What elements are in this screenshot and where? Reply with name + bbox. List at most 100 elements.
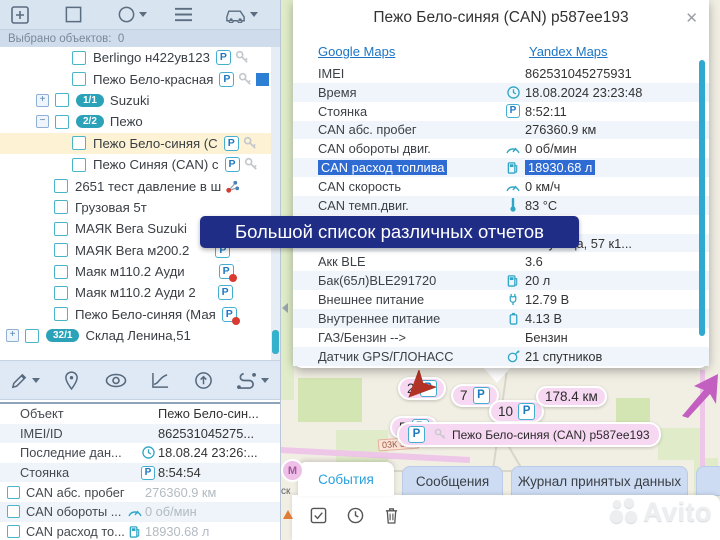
select-circle-icon[interactable] [117, 2, 147, 28]
checkbox[interactable] [54, 307, 68, 321]
key-icon [243, 136, 258, 151]
tree-group-pezho[interactable]: − 2/2 Пежо [0, 111, 271, 132]
checkbox[interactable] [72, 72, 86, 86]
row-value: 8:52:11 [525, 104, 709, 119]
parking-badge-icon: P [225, 157, 240, 172]
checkbox[interactable] [72, 136, 86, 150]
edit-icon[interactable] [10, 367, 40, 393]
tree-item-mayak-m110-audi[interactable]: Маяк м110.2 Ауди P [0, 261, 271, 282]
checkbox[interactable] [55, 115, 69, 129]
tree-scrollbar[interactable] [271, 47, 280, 360]
visibility-eye-icon[interactable] [105, 367, 127, 393]
checkbox[interactable] [54, 286, 68, 300]
checkbox[interactable] [72, 51, 86, 65]
tree-item-pezho-sinyaya[interactable]: Пежо Синяя (CAN) с P [0, 154, 271, 175]
row-value: 862531045275931 [525, 66, 709, 81]
row-value: 276360.9 км [525, 122, 709, 137]
checkbox[interactable] [7, 525, 20, 538]
route-icon[interactable] [235, 367, 269, 393]
checkbox[interactable] [7, 486, 20, 499]
popup-row-speed: CAN скорость 0 км/ч [293, 177, 709, 196]
tab-messages[interactable]: Сообщения [402, 466, 503, 496]
tab-data-log[interactable]: Журнал принятых данных [511, 466, 688, 496]
tree-group-suzuki[interactable]: + 1/1 Suzuki [0, 90, 271, 111]
tab-events[interactable]: События [298, 462, 394, 496]
tab-label: Журнал принятых данных [518, 474, 681, 489]
satellite-icon [501, 350, 525, 363]
list-view-icon[interactable] [173, 2, 194, 28]
tab-label: События [318, 472, 374, 487]
checkbox[interactable] [54, 200, 68, 214]
google-maps-link[interactable]: Google Maps [318, 44, 395, 59]
tree-item-label: 2651 тест давление в ш [75, 179, 221, 194]
clock-icon [501, 86, 525, 99]
checkbox[interactable] [72, 158, 86, 172]
expander-icon[interactable]: + [6, 329, 19, 342]
checkbox[interactable] [54, 179, 68, 193]
metro-marker[interactable]: М [281, 459, 304, 482]
send-command-icon[interactable] [194, 367, 213, 393]
tree-item-pezho-belo-krasnaya[interactable]: Пежо Бело-красная P [0, 68, 271, 89]
track-direction-arrow-icon [674, 372, 720, 418]
tree-item-gruzovaya[interactable]: Грузовая 5т [0, 197, 271, 218]
checkbox[interactable] [54, 243, 68, 257]
row-value: 18.08.2024 23:23:48 [525, 85, 709, 100]
tree-item-label: Грузовая 5т [75, 200, 147, 215]
tree-item-mayak-m110-audi-2[interactable]: Маяк м110.2 Ауди 2 P [0, 282, 271, 303]
row-label: CAN темп.двиг. [293, 198, 501, 213]
detail-row-parking: Стоянка P 8:54:54 [0, 463, 280, 483]
tree-item-2651-test[interactable]: 2651 тест давление в ш [0, 175, 271, 196]
row-value: 4.13 В [525, 311, 709, 326]
yandex-maps-link[interactable]: Yandex Maps [529, 44, 608, 59]
row-label: Акк BLE [293, 254, 501, 269]
trash-icon[interactable] [384, 505, 399, 525]
checkbox[interactable] [54, 222, 68, 236]
annotation-banner-text: Большой список различных отчетов [235, 221, 544, 243]
expander-icon[interactable]: − [36, 115, 49, 128]
select-area-icon[interactable] [64, 2, 83, 28]
detail-row-can-rpm: CAN обороты ... 0 об/мин [0, 502, 280, 522]
thermometer-icon [501, 198, 525, 212]
tree-group-sklad-lenina[interactable]: + 32/1 Склад Ленина,51 [0, 325, 271, 346]
tree-item-berlingo[interactable]: Berlingo н422ув123 P [0, 47, 271, 68]
tracking-app: М ск 2 P 7 P 10 P 178.4 км 5 P P Пежо Бе… [0, 0, 720, 540]
detail-label: Стоянка [0, 465, 138, 480]
vehicle-filter-icon[interactable] [224, 2, 258, 28]
checkbox[interactable] [25, 329, 39, 343]
tree-item-pezho-belo-sinyaya-mayak[interactable]: Пежо Бело-синяя (Мая P [0, 304, 271, 325]
add-object-icon[interactable] [10, 2, 30, 28]
location-pin-icon[interactable] [64, 367, 79, 393]
popup-row-time: Время 18.08.2024 23:23:48 [293, 83, 709, 102]
popup-scrollbar[interactable] [699, 60, 705, 336]
vehicle-tooltip[interactable]: P Пежо Бело-синяя (CAN) р587ее193 [397, 422, 661, 447]
dropdown-caret-icon [250, 12, 258, 17]
events-toolbar [310, 505, 399, 525]
close-icon[interactable]: ✕ [685, 9, 698, 27]
cluster-pill-10[interactable]: 10 P [489, 400, 544, 423]
objects-panel: Выбрано объектов: 0 Berlingo н422ув123 P… [0, 0, 281, 540]
row-label: CAN обороты двиг. [293, 141, 501, 156]
detail-row-can-fuel: CAN расход то... 18930.68 л [0, 522, 280, 540]
selected-counter-label: Выбрано объектов: [8, 33, 111, 45]
tree-scrollbar-thumb[interactable] [272, 330, 279, 354]
row-label: Бак(65л)BLE291720 [293, 273, 501, 288]
vehicle-info-popup: Пежо Бело-синяя (CAN) р587ее193 ✕ Google… [293, 0, 709, 368]
checkbox[interactable] [7, 505, 20, 518]
select-all-checkbox-icon[interactable] [310, 505, 327, 525]
tree-item-pezho-belo-sinyaya[interactable]: Пежо Бело-синяя (С P [0, 133, 271, 154]
expander-icon[interactable]: + [36, 94, 49, 107]
chart-icon[interactable] [151, 367, 170, 393]
popup-row-ble-battery: Акк BLE 3.6 [293, 252, 709, 271]
row-value: 20 л [525, 273, 709, 288]
tab-partial[interactable] [696, 466, 720, 496]
key-icon [235, 50, 250, 65]
tree-item-label: МАЯК Вега Suzuki [75, 221, 187, 236]
panel-collapse-arrow[interactable] [282, 303, 288, 313]
distance-label: 178.4 км [545, 389, 598, 404]
distance-pill[interactable]: 178.4 км [536, 386, 607, 407]
detail-value: Пежо Бело-син... [158, 406, 280, 421]
checkbox[interactable] [55, 93, 69, 107]
time-filter-icon[interactable] [347, 505, 364, 525]
checkbox[interactable] [54, 265, 68, 279]
detail-value: 8:54:54 [158, 465, 280, 480]
